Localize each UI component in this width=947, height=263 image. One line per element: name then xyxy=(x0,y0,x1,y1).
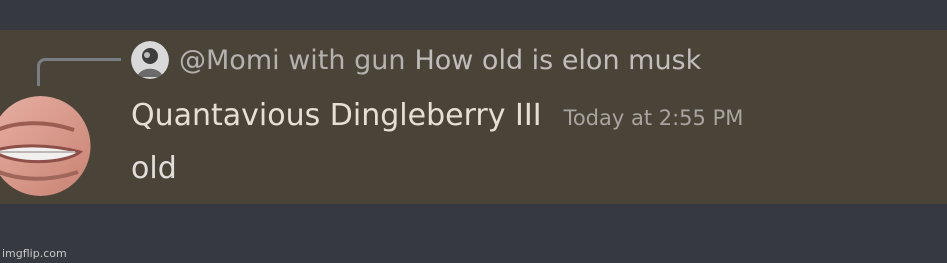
reply-avatar-icon[interactable] xyxy=(131,41,169,79)
reply-author-name[interactable]: @Momi with gun xyxy=(179,45,405,76)
screenshot-page: @Momi with gun How old is elon musk Quan… xyxy=(0,0,947,263)
message-header: Quantavious Dingleberry III Today at 2:5… xyxy=(131,98,743,140)
imgflip-watermark: imgflip.com xyxy=(2,247,67,260)
message-author-name[interactable]: Quantavious Dingleberry III xyxy=(131,98,542,133)
reply-connector-line xyxy=(37,58,121,86)
message-timestamp: Today at 2:55 PM xyxy=(563,106,744,130)
reply-message-preview[interactable]: How old is elon musk xyxy=(414,45,701,76)
reply-reference[interactable]: @Momi with gun How old is elon musk xyxy=(131,40,701,80)
message-content: old xyxy=(131,151,177,186)
